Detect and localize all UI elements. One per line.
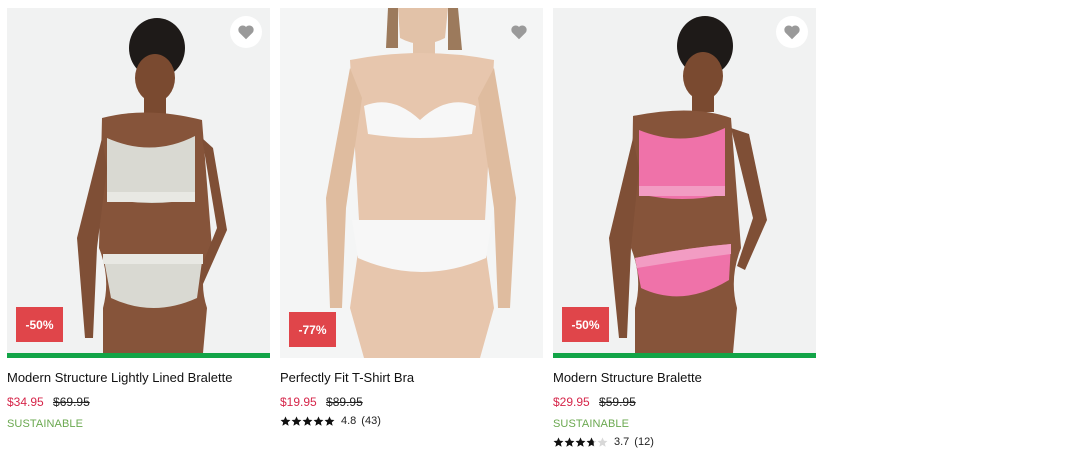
product-card[interactable]: -50% Modern Structure Bralette $29.95 $5… bbox=[553, 8, 816, 448]
favorite-button[interactable] bbox=[503, 16, 535, 48]
product-card[interactable]: -77% Perfectly Fit T-Shirt Bra $19.95 $8… bbox=[280, 8, 543, 448]
rating-value: 4.8 bbox=[341, 415, 357, 427]
heart-icon bbox=[511, 25, 527, 40]
rating-row[interactable]: 3.7 (12) bbox=[553, 436, 816, 448]
model-photo bbox=[553, 8, 816, 353]
rating-row[interactable]: 4.8 (43) bbox=[280, 415, 543, 427]
star-icon bbox=[291, 416, 302, 426]
product-title[interactable]: Modern Structure Bralette bbox=[553, 370, 816, 386]
product-image[interactable]: -50% bbox=[553, 8, 816, 358]
rating-count: (12) bbox=[634, 436, 654, 448]
discount-badge: -50% bbox=[562, 307, 609, 342]
star-icon bbox=[575, 437, 586, 447]
heart-icon bbox=[784, 25, 800, 40]
rating-stars bbox=[280, 416, 335, 427]
product-title[interactable]: Modern Structure Lightly Lined Bralette bbox=[7, 370, 270, 386]
sale-price: $19.95 bbox=[280, 395, 317, 409]
discount-badge: -77% bbox=[289, 312, 336, 347]
sale-price: $34.95 bbox=[7, 395, 44, 409]
original-price: $69.95 bbox=[53, 395, 90, 409]
sale-price: $29.95 bbox=[553, 395, 590, 409]
original-price: $59.95 bbox=[599, 395, 636, 409]
original-price: $89.95 bbox=[326, 395, 363, 409]
rating-count: (43) bbox=[361, 415, 381, 427]
rating-value: 3.7 bbox=[614, 436, 630, 448]
rating-stars bbox=[553, 437, 608, 448]
star-icon bbox=[280, 416, 291, 426]
star-icon bbox=[313, 416, 324, 426]
star-icon bbox=[553, 437, 564, 447]
price-row: $34.95 $69.95 bbox=[7, 395, 270, 409]
favorite-button[interactable] bbox=[776, 16, 808, 48]
model-photo bbox=[280, 8, 543, 358]
sustainable-badge: SUSTAINABLE bbox=[7, 418, 84, 430]
star-icon bbox=[302, 416, 313, 426]
star-icon bbox=[586, 437, 597, 447]
heart-icon bbox=[238, 25, 254, 40]
price-row: $29.95 $59.95 bbox=[553, 395, 816, 409]
product-image[interactable]: -50% bbox=[7, 8, 270, 358]
star-icon bbox=[597, 437, 608, 447]
product-title[interactable]: Perfectly Fit T-Shirt Bra bbox=[280, 370, 543, 386]
product-card[interactable]: -50% Modern Structure Lightly Lined Bral… bbox=[7, 8, 270, 448]
star-icon bbox=[324, 416, 335, 426]
sustainable-badge: SUSTAINABLE bbox=[553, 418, 630, 430]
discount-badge: -50% bbox=[16, 307, 63, 342]
model-photo bbox=[7, 8, 270, 353]
price-row: $19.95 $89.95 bbox=[280, 395, 543, 409]
star-icon bbox=[564, 437, 575, 447]
product-grid: -50% Modern Structure Lightly Lined Bral… bbox=[7, 8, 816, 448]
favorite-button[interactable] bbox=[230, 16, 262, 48]
product-image[interactable]: -77% bbox=[280, 8, 543, 358]
